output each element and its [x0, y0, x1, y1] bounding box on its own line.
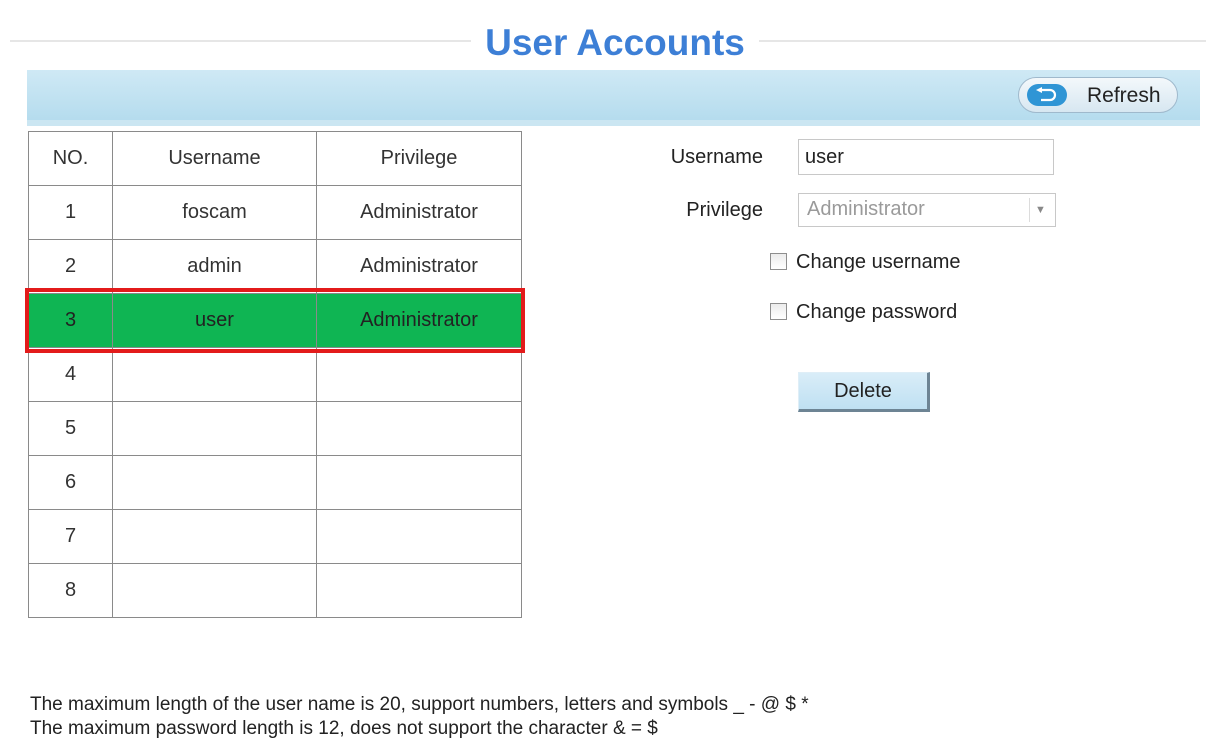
page-title: User Accounts — [0, 22, 1206, 64]
cell-privilege — [316, 455, 522, 510]
cell-no: 5 — [28, 401, 113, 456]
delete-button[interactable]: Delete — [798, 372, 930, 412]
privilege-select[interactable]: Administrator ▼ — [798, 193, 1056, 227]
privilege-label: Privilege — [686, 199, 763, 221]
table-header-row: NO. Username Privilege — [28, 131, 522, 186]
cell-username — [112, 401, 317, 456]
cell-username: admin — [112, 239, 317, 294]
cell-no: 8 — [28, 563, 113, 618]
cell-no: 1 — [28, 185, 113, 240]
table-row[interactable]: 4 — [28, 347, 522, 402]
column-header-no: NO. — [28, 131, 113, 186]
refresh-label: Refresh — [1087, 84, 1161, 107]
cell-username — [112, 455, 317, 510]
cell-no: 3 — [28, 293, 113, 348]
cell-username — [112, 509, 317, 564]
username-label: Username — [670, 146, 763, 168]
column-header-username: Username — [112, 131, 317, 186]
cell-privilege: Administrator — [316, 239, 522, 294]
table-row[interactable]: 7 — [28, 509, 522, 564]
users-table: NO. Username Privilege 1 foscam Administ… — [28, 131, 522, 618]
user-accounts-page: User Accounts Refresh NO. Username Privi… — [0, 0, 1206, 745]
cell-privilege: Administrator — [316, 185, 522, 240]
change-username-checkbox[interactable] — [770, 253, 787, 270]
table-row[interactable]: 5 — [28, 401, 522, 456]
page-title-text: User Accounts — [471, 22, 759, 63]
cell-no: 6 — [28, 455, 113, 510]
table-row[interactable]: 2 admin Administrator — [28, 239, 522, 294]
cell-username — [112, 563, 317, 618]
table-row[interactable]: 8 — [28, 563, 522, 618]
cell-privilege — [316, 563, 522, 618]
refresh-arrow-icon — [1027, 84, 1067, 106]
chevron-down-icon[interactable]: ▼ — [1029, 198, 1051, 222]
cell-username: user — [112, 293, 317, 348]
toolbar-underline — [27, 120, 1200, 126]
password-rule-note: The maximum password length is 12, does … — [30, 718, 658, 739]
table-row[interactable]: 6 — [28, 455, 522, 510]
cell-no: 7 — [28, 509, 113, 564]
cell-privilege — [316, 347, 522, 402]
cell-privilege — [316, 401, 522, 456]
change-password-checkbox[interactable] — [770, 303, 787, 320]
username-rule-note: The maximum length of the user name is 2… — [30, 694, 809, 715]
refresh-button[interactable]: Refresh — [1018, 77, 1178, 113]
cell-no: 4 — [28, 347, 113, 402]
cell-username: foscam — [112, 185, 317, 240]
change-username-label: Change username — [796, 251, 961, 273]
cell-privilege: Administrator — [316, 293, 522, 348]
privilege-select-value: Administrator — [807, 198, 925, 220]
column-header-privilege: Privilege — [316, 131, 522, 186]
table-row[interactable]: 1 foscam Administrator — [28, 185, 522, 240]
change-password-label: Change password — [796, 301, 958, 323]
cell-privilege — [316, 509, 522, 564]
cell-username — [112, 347, 317, 402]
table-row-selected[interactable]: 3 user Administrator — [28, 293, 522, 348]
username-input[interactable] — [798, 139, 1054, 175]
cell-no: 2 — [28, 239, 113, 294]
